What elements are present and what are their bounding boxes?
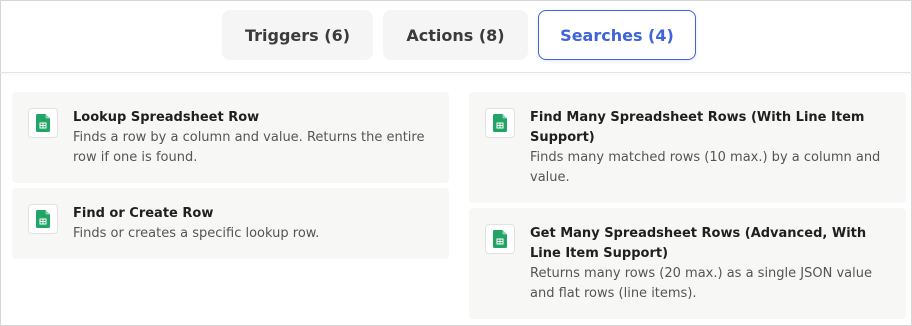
google-sheets-icon — [36, 114, 50, 132]
card-title: Lookup Spreadsheet Row — [73, 110, 260, 125]
card-description: Finds many matched rows (10 max.) by a c… — [530, 150, 881, 185]
app-icon-box — [28, 204, 58, 234]
google-sheets-icon — [493, 230, 507, 248]
card-description: Finds or creates a specific lookup row. — [73, 226, 320, 241]
google-sheets-icon — [36, 210, 50, 228]
search-card-find-many-spreadsheet-rows[interactable]: Find Many Spreadsheet Rows (With Line It… — [469, 92, 906, 203]
card-title: Get Many Spreadsheet Rows (Advanced, Wit… — [530, 226, 867, 261]
search-card-find-or-create-row[interactable]: Find or Create Row Finds or creates a sp… — [12, 188, 449, 259]
card-title: Find or Create Row — [73, 206, 214, 221]
card-description: Finds a row by a column and value. Retur… — [73, 130, 425, 165]
app-icon-box — [485, 108, 515, 138]
tab-actions[interactable]: Actions (8) — [383, 10, 528, 60]
tab-triggers[interactable]: Triggers (6) — [222, 10, 373, 60]
google-sheets-icon — [493, 114, 507, 132]
card-description: Returns many rows (20 max.) as a single … — [530, 266, 872, 301]
card-title: Find Many Spreadsheet Rows (With Line It… — [530, 110, 865, 145]
divider — [0, 72, 912, 73]
tab-searches[interactable]: Searches (4) — [538, 10, 696, 60]
app-icon-box — [485, 224, 515, 254]
search-card-get-many-spreadsheet-rows[interactable]: Get Many Spreadsheet Rows (Advanced, Wit… — [469, 208, 906, 319]
search-card-lookup-spreadsheet-row[interactable]: Lookup Spreadsheet Row Finds a row by a … — [12, 92, 449, 183]
app-icon-box — [28, 108, 58, 138]
tab-bar: Triggers (6) Actions (8) Searches (4) — [0, 0, 912, 72]
